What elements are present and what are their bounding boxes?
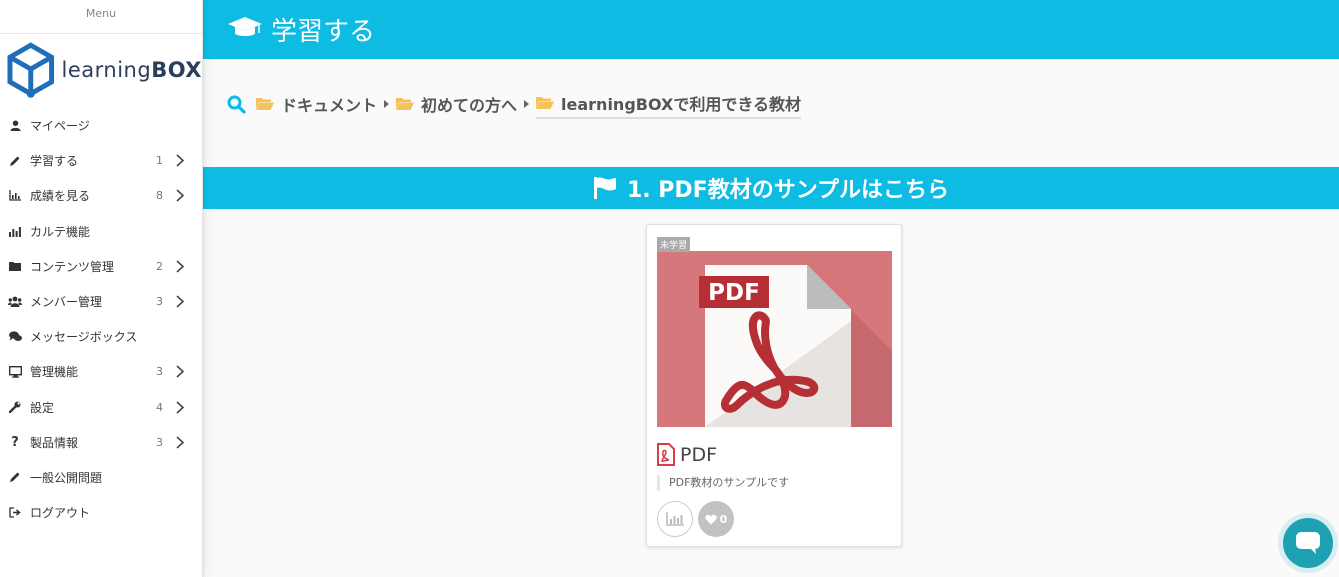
card-title: PDF: [680, 443, 718, 466]
sidebar-item-learn[interactable]: 学習する 1: [0, 143, 202, 178]
file-pdf-icon: [657, 443, 675, 466]
chat-bubble-icon: [1296, 532, 1320, 554]
chevron-right-icon: [170, 365, 190, 378]
sidebar-item-label: コンテンツ管理: [30, 259, 115, 274]
chevron-right-icon: [170, 154, 190, 167]
sidebar-item-count: 4: [156, 400, 163, 414]
page-header: 学習する: [203, 0, 1339, 59]
bar-chart-icon: [666, 512, 684, 526]
cube-logo-icon: [7, 42, 55, 98]
sidebar-item-logout[interactable]: ログアウト: [0, 495, 202, 530]
sidebar-item-label: 成績を見る: [30, 189, 91, 204]
sidebar-item-count: 1: [156, 154, 163, 168]
pdf-thumbnail[interactable]: PDF: [657, 251, 892, 427]
sidebar-item-label: カルテ機能: [30, 224, 91, 239]
flag-icon: [593, 177, 617, 199]
sidebar-item-label: ログアウト: [30, 506, 91, 521]
sidebar-item-count: 2: [156, 259, 163, 273]
comments-icon: [8, 330, 22, 344]
sidebar-item-label: 管理機能: [30, 365, 79, 380]
sidebar-item-count: 3: [156, 295, 163, 309]
breadcrumb-label: 初めての方へ: [421, 96, 518, 115]
sidebar-item-mypage[interactable]: マイページ: [0, 108, 202, 143]
sidebar-item-label: 設定: [30, 400, 55, 415]
breadcrumb-item-current[interactable]: learningBOXで利用できる教材: [536, 91, 802, 119]
search-icon[interactable]: [227, 95, 246, 114]
sidebar-item-public-questions[interactable]: 一般公開問題: [0, 460, 202, 495]
users-icon: [8, 295, 22, 309]
sidebar-item-product-info[interactable]: ? 製品情報 3: [0, 425, 202, 460]
sidebar-item-label: マイページ: [30, 119, 90, 134]
sidebar-item-count: 3: [156, 435, 163, 449]
folder-open-icon: [536, 96, 555, 110]
card-title-row[interactable]: PDF: [657, 443, 717, 466]
sidebar-item-members[interactable]: メンバー管理 3: [0, 284, 202, 319]
question-icon: ?: [11, 434, 19, 450]
thumb-label: PDF: [708, 280, 760, 306]
sidebar-item-count: 8: [156, 189, 163, 203]
user-icon: [8, 119, 22, 133]
chevron-right-icon: [170, 436, 190, 449]
folder-open-icon: [396, 97, 415, 111]
graduation-cap-icon: [227, 16, 263, 44]
material-card[interactable]: 未学習 PDF PDF PDF教材のサンプルです 0: [646, 224, 902, 547]
sidebar-item-karte[interactable]: カルテ機能: [0, 214, 202, 249]
breadcrumb: ドキュメント 初めての方へ learningBOXで利用できる教材: [227, 89, 802, 119]
pencil-icon: [8, 154, 22, 168]
sidebar-item-count: 3: [156, 365, 163, 379]
sidebar-item-label: メンバー管理: [30, 295, 103, 310]
folder-open-icon: [256, 97, 274, 111]
chevron-right-icon: [170, 401, 190, 414]
sidebar-item-admin[interactable]: 管理機能 3: [0, 354, 202, 389]
caret-right-icon: [383, 99, 390, 109]
card-description: PDF教材のサンプルです: [657, 475, 789, 491]
wrench-icon: [8, 400, 22, 414]
logo-text: learningBOX: [61, 58, 202, 82]
sidebar-item-results[interactable]: 成績を見る 8: [0, 178, 202, 213]
breadcrumb-label: ドキュメント: [281, 96, 378, 115]
chat-button[interactable]: [1283, 518, 1333, 568]
like-button[interactable]: 0: [698, 501, 734, 537]
desktop-icon: [8, 365, 22, 379]
chart-area-icon: [8, 189, 22, 203]
sidebar-item-contents[interactable]: コンテンツ管理 2: [0, 249, 202, 284]
chart-bars-icon: [8, 224, 22, 238]
sign-out-icon: [8, 506, 22, 520]
section-title: 1. PDF教材のサンプルはこちら: [626, 178, 950, 203]
heart-icon: [705, 514, 717, 524]
logo[interactable]: learningBOX: [0, 34, 202, 106]
like-count: 0: [719, 512, 728, 526]
chevron-right-icon: [170, 260, 190, 273]
pencil-icon: [8, 470, 22, 484]
section-header: 1. PDF教材のサンプルはこちら: [203, 167, 1339, 209]
sidebar: Menu learningBOX マイページ 学習する 1 成績を見る 8 カル…: [0, 0, 203, 577]
breadcrumb-label: learningBOXで利用できる教材: [561, 95, 802, 114]
page-title: 学習する: [271, 17, 376, 47]
sidebar-menu: マイページ 学習する 1 成績を見る 8 カルテ機能 コンテンツ管理 2 メンバ…: [0, 108, 202, 530]
caret-right-icon: [523, 99, 530, 109]
status-badge: 未学習: [657, 237, 691, 252]
chevron-right-icon: [170, 295, 190, 308]
folder-icon: [8, 259, 22, 273]
breadcrumb-item-beginners[interactable]: 初めての方へ: [396, 92, 517, 116]
stats-button[interactable]: [657, 501, 693, 537]
sidebar-item-label: 製品情報: [30, 435, 79, 450]
breadcrumb-item-documents[interactable]: ドキュメント: [256, 92, 377, 116]
sidebar-item-label: メッセージボックス: [30, 330, 138, 345]
chevron-right-icon: [170, 189, 190, 203]
sidebar-item-messages[interactable]: メッセージボックス: [0, 319, 202, 354]
sidebar-item-label: 一般公開問題: [30, 470, 103, 485]
menu-title: Menu: [0, 0, 202, 34]
card-actions: 0: [657, 501, 734, 537]
sidebar-item-label: 学習する: [30, 154, 79, 169]
sidebar-item-settings[interactable]: 設定 4: [0, 390, 202, 425]
